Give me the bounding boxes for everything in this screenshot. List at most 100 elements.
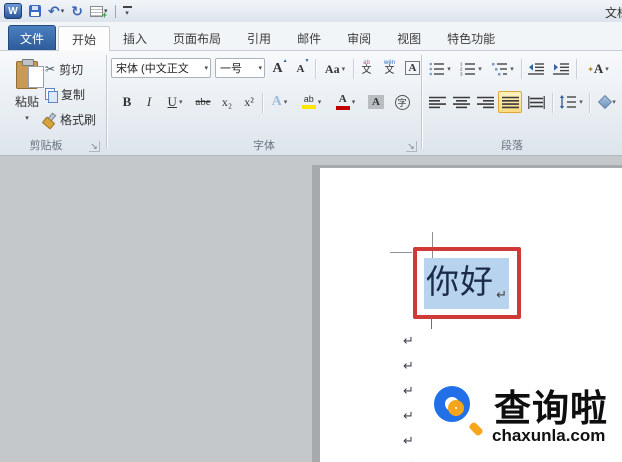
highlight-button[interactable]: ab: [296, 91, 327, 113]
align-right-button[interactable]: [474, 91, 496, 113]
font-name-dropdown-icon[interactable]: ▾: [204, 64, 208, 72]
shrink-font-button[interactable]: A ▼: [293, 58, 313, 80]
cut-button[interactable]: ✂ 剪切: [45, 59, 83, 79]
numbering-button[interactable]: 1 2 3: [456, 58, 486, 80]
increase-indent-button[interactable]: [550, 58, 573, 80]
justify-button[interactable]: [498, 91, 522, 113]
clipboard-dialog-launcher-icon[interactable]: ↘: [89, 141, 100, 152]
customize-qat-button[interactable]: ▾: [123, 6, 132, 17]
bold-button[interactable]: B: [117, 91, 137, 113]
chevron-down-icon: ▾: [125, 9, 129, 17]
asian-layout-button[interactable]: ✦ A: [580, 58, 616, 80]
qat-separator: [115, 5, 116, 18]
asian-layout-spark-icon: ✦: [587, 65, 594, 74]
undo-dropdown-icon[interactable]: ▾: [61, 7, 65, 15]
cursor-tick: [431, 317, 432, 329]
align-right-icon: [477, 96, 494, 109]
format-painter-button[interactable]: 格式刷: [42, 109, 96, 129]
paragraph-mark: ↵: [403, 453, 414, 462]
highlight-label: ab: [304, 95, 314, 104]
font-dialog-launcher-icon[interactable]: ↘: [406, 141, 417, 152]
phonetic-guide-button[interactable]: ab 文: [356, 57, 377, 79]
character-border-button[interactable]: A: [402, 57, 423, 79]
tab-insert[interactable]: 插入: [110, 26, 160, 51]
format-painter-icon: [42, 113, 56, 126]
multilevel-list-button[interactable]: [488, 58, 518, 80]
tab-references[interactable]: 引用: [234, 26, 284, 51]
distribute-icon: [528, 96, 545, 109]
phonetic-bottom: 文: [362, 66, 372, 76]
tab-special-features[interactable]: 特色功能: [434, 26, 508, 51]
underline-button[interactable]: U: [161, 91, 189, 113]
custom-command-button[interactable]: + ▾: [90, 6, 108, 17]
distribute-button[interactable]: [524, 91, 548, 113]
custom-command-icon: +: [90, 6, 103, 17]
asian-layout-label: A: [594, 61, 603, 77]
copy-button[interactable]: 复制: [45, 84, 85, 104]
paragraph-mark: ↵: [403, 428, 414, 453]
font-color-button[interactable]: A: [330, 91, 361, 113]
tab-view[interactable]: 视图: [384, 26, 434, 51]
character-border-icon: A: [405, 61, 421, 75]
group-font: 宋体 (中文正文 ▾ 一号 ▾ A ▲ A ▼ Aa ab: [107, 51, 421, 155]
paragraph-mark: ↵: [403, 378, 414, 403]
highlight-icon: ab: [302, 95, 316, 109]
scissors-icon: ✂: [45, 62, 55, 76]
bullets-icon: [429, 62, 445, 76]
separator: [315, 59, 316, 79]
superscript-button[interactable]: x²: [239, 91, 259, 113]
selected-text: 你好: [424, 267, 494, 300]
tab-page-layout[interactable]: 页面布局: [160, 26, 234, 51]
character-shading-button[interactable]: A: [365, 91, 387, 113]
text-effects-button[interactable]: A: [266, 91, 293, 113]
paste-button[interactable]: 粘贴 ▾: [6, 56, 48, 150]
align-left-button[interactable]: [426, 91, 448, 113]
line-spacing-button[interactable]: [556, 91, 586, 113]
change-case-button[interactable]: Aa: [319, 58, 351, 80]
watermark-domain: chaxunla.com: [492, 426, 605, 446]
font-size-dropdown-icon[interactable]: ▾: [258, 64, 262, 72]
undo-button[interactable]: ↶ ▾: [48, 4, 64, 18]
decrease-indent-icon: [528, 62, 545, 76]
font-color-label: A: [339, 94, 347, 105]
italic-button[interactable]: I: [139, 91, 159, 113]
tab-home[interactable]: 开始: [58, 26, 110, 51]
strikethrough-button[interactable]: abe: [191, 91, 215, 113]
grow-font-button[interactable]: A ▲: [269, 58, 291, 80]
font-name-value: 宋体 (中文正文: [116, 60, 189, 76]
tab-file[interactable]: 文件: [8, 25, 56, 50]
annotation-red-box: 你好 ↵: [413, 247, 521, 319]
align-center-button[interactable]: [450, 91, 472, 113]
font-name-combobox[interactable]: 宋体 (中文正文 ▾: [111, 58, 211, 78]
tab-mailings[interactable]: 邮件: [284, 26, 334, 51]
tab-review[interactable]: 审阅: [334, 26, 384, 51]
redo-icon[interactable]: ↻: [71, 4, 83, 18]
enclose-characters-button[interactable]: 字: [391, 91, 413, 113]
align-left-icon: [429, 96, 446, 109]
font-size-combobox[interactable]: 一号 ▾: [215, 58, 265, 78]
grow-font-label: A: [272, 61, 282, 77]
justify-icon: [502, 96, 519, 109]
text-selection[interactable]: 你好 ↵: [424, 258, 509, 309]
shrink-font-label: A: [297, 63, 305, 75]
align-center-icon: [453, 96, 470, 109]
paragraph-mark: ↵: [403, 403, 414, 428]
decrease-indent-button[interactable]: [525, 58, 548, 80]
page-shadow: [312, 165, 320, 462]
clipboard-group-label: 剪贴板: [0, 137, 92, 153]
save-icon[interactable]: [29, 5, 41, 17]
undo-icon: ↶: [48, 4, 60, 18]
shading-button[interactable]: [593, 91, 622, 113]
scale-bottom: 文: [384, 66, 394, 76]
character-scaling-button[interactable]: wén 文: [379, 57, 400, 79]
shrink-arrow-icon: ▼: [305, 58, 310, 64]
format-painter-label: 格式刷: [60, 111, 96, 128]
bullets-button[interactable]: [426, 58, 454, 80]
multilevel-list-icon: [492, 62, 508, 76]
paste-dropdown-icon[interactable]: ▾: [25, 114, 29, 122]
document-page[interactable]: 你好 ↵ ↵↵↵↵↵↵↵↵ 查询啦 chaxunla.com: [320, 168, 622, 462]
paragraph-mark: ↵: [496, 287, 507, 303]
font-size-value: 一号: [220, 60, 242, 76]
word-logo-icon[interactable]: W: [4, 3, 22, 19]
subscript-button[interactable]: x₂: [217, 91, 237, 113]
